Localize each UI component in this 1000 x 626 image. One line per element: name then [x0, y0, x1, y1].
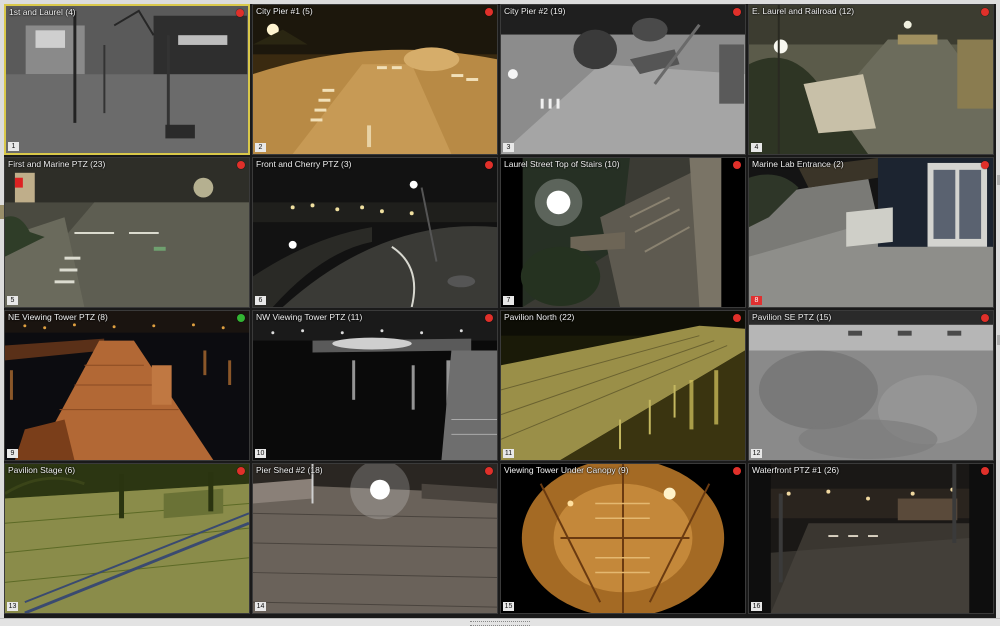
- recording-status-icon: [733, 161, 741, 169]
- camera-feed-14: [253, 464, 497, 613]
- tile-number: 9: [7, 449, 18, 458]
- camera-feed-15: [501, 464, 745, 613]
- camera-feed-7: [501, 158, 745, 307]
- camera-tile-15[interactable]: Viewing Tower Under Canopy (9) 15: [500, 463, 746, 614]
- camera-title: Waterfront PTZ #1 (26): [752, 465, 840, 475]
- camera-title: City Pier #2 (19): [504, 6, 566, 16]
- recording-status-icon: [981, 161, 989, 169]
- camera-tile-13[interactable]: Pavilion Stage (6) 13: [4, 463, 250, 614]
- camera-title: Pavilion SE PTZ (15): [752, 312, 832, 322]
- tile-number: 12: [751, 449, 762, 458]
- tile-number: 5: [7, 296, 18, 305]
- camera-title: E. Laurel and Railroad (12): [752, 6, 855, 16]
- camera-title: First and Marine PTZ (23): [8, 159, 106, 169]
- recording-status-icon: [485, 314, 493, 322]
- camera-tile-14[interactable]: Pier Shed #2 (18) 14: [252, 463, 498, 614]
- camera-grid: 1st and Laurel (4) 1 City Pier #1 (5) 2 …: [4, 4, 996, 618]
- recording-status-icon: [485, 8, 493, 16]
- camera-wall: 1st and Laurel (4) 1 City Pier #1 (5) 2 …: [4, 4, 996, 618]
- camera-title: NW Viewing Tower PTZ (11): [256, 312, 363, 322]
- camera-tile-2[interactable]: City Pier #1 (5) 2: [252, 4, 498, 155]
- recording-status-icon: [981, 467, 989, 475]
- tile-number: 3: [503, 143, 514, 152]
- camera-tile-3[interactable]: City Pier #2 (19) 3: [500, 4, 746, 155]
- recording-status-icon: [237, 467, 245, 475]
- camera-tile-11[interactable]: Pavilion North (22) 11: [500, 310, 746, 461]
- recording-status-icon: [733, 467, 741, 475]
- tile-number: 2: [255, 143, 266, 152]
- camera-title: Front and Cherry PTZ (3): [256, 159, 352, 169]
- camera-tile-10[interactable]: NW Viewing Tower PTZ (11) 10: [252, 310, 498, 461]
- camera-feed-1: [6, 6, 248, 153]
- camera-feed-13: [5, 464, 249, 613]
- tile-number: 11: [503, 449, 514, 458]
- tile-number: 10: [255, 449, 266, 458]
- tile-number: 4: [751, 143, 762, 152]
- camera-feed-4: [749, 5, 993, 154]
- camera-tile-16[interactable]: Waterfront PTZ #1 (26) 16: [748, 463, 994, 614]
- camera-title: 1st and Laurel (4): [9, 7, 76, 17]
- recording-status-icon: [485, 161, 493, 169]
- camera-tile-6[interactable]: Front and Cherry PTZ (3) 6: [252, 157, 498, 308]
- camera-tile-9[interactable]: NE Viewing Tower PTZ (8) 9: [4, 310, 250, 461]
- camera-title: Pavilion Stage (6): [8, 465, 76, 475]
- camera-title: Marine Lab Entrance (2): [752, 159, 844, 169]
- camera-tile-12[interactable]: Pavilion SE PTZ (15) 12: [748, 310, 994, 461]
- tile-number: 8: [751, 296, 762, 305]
- tile-number: 1: [8, 142, 19, 151]
- camera-feed-16: [749, 464, 993, 613]
- camera-title: Pavilion North (22): [504, 312, 575, 322]
- tile-number: 6: [255, 296, 266, 305]
- recording-status-icon: [981, 8, 989, 16]
- tile-number: 16: [751, 602, 762, 611]
- camera-title: City Pier #1 (5): [256, 6, 313, 16]
- camera-title: Viewing Tower Under Canopy (9): [504, 465, 629, 475]
- camera-tile-1[interactable]: 1st and Laurel (4) 1: [4, 4, 250, 155]
- camera-feed-12: [749, 311, 993, 460]
- camera-feed-2: [253, 5, 497, 154]
- recording-status-icon: [981, 314, 989, 322]
- camera-feed-9: [5, 311, 249, 460]
- camera-tile-4[interactable]: E. Laurel and Railroad (12) 4: [748, 4, 994, 155]
- recording-status-icon: [236, 9, 244, 17]
- tile-number: 14: [255, 602, 266, 611]
- recording-status-icon: [733, 8, 741, 16]
- camera-title: Laurel Street Top of Stairs (10): [504, 159, 620, 169]
- recording-status-icon: [485, 467, 493, 475]
- tile-number: 13: [7, 602, 18, 611]
- camera-title: Pier Shed #2 (18): [256, 465, 323, 475]
- recording-status-icon: [237, 161, 245, 169]
- recording-status-icon: [733, 314, 741, 322]
- live-status-icon: [237, 314, 245, 322]
- camera-feed-5: [5, 158, 249, 307]
- tile-number: 7: [503, 296, 514, 305]
- camera-tile-5[interactable]: First and Marine PTZ (23) 5: [4, 157, 250, 308]
- camera-title: NE Viewing Tower PTZ (8): [8, 312, 108, 322]
- camera-feed-8: [749, 158, 993, 307]
- camera-feed-11: [501, 311, 745, 460]
- tile-number: 15: [503, 602, 514, 611]
- camera-feed-10: [253, 311, 497, 460]
- camera-tile-7[interactable]: Laurel Street Top of Stairs (10) 7: [500, 157, 746, 308]
- camera-feed-6: [253, 158, 497, 307]
- splitter-grip-icon[interactable]: [470, 621, 530, 626]
- camera-feed-3: [501, 5, 745, 154]
- left-splitter-handle[interactable]: [0, 205, 4, 219]
- camera-tile-8[interactable]: Marine Lab Entrance (2) 8: [748, 157, 994, 308]
